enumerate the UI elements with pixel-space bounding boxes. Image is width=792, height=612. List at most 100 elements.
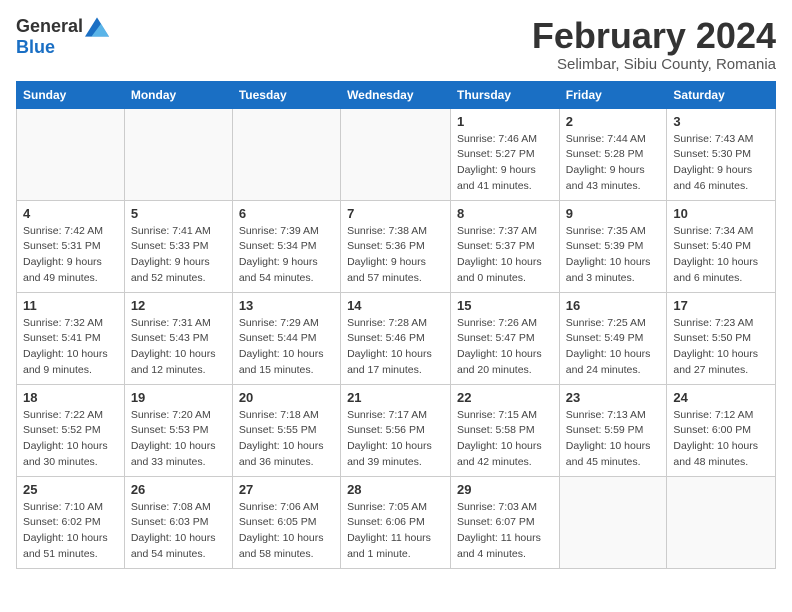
table-row: 27 Sunrise: 7:06 AMSunset: 6:05 PMDayligh… (232, 476, 340, 568)
month-title: February 2024 (532, 16, 776, 56)
day-info: Sunrise: 7:20 AMSunset: 5:53 PMDaylight:… (131, 408, 226, 471)
table-row: 19 Sunrise: 7:20 AMSunset: 5:53 PMDayligh… (124, 384, 232, 476)
day-info: Sunrise: 7:34 AMSunset: 5:40 PMDaylight:… (673, 224, 769, 287)
day-info: Sunrise: 7:37 AMSunset: 5:37 PMDaylight:… (457, 224, 553, 287)
day-info: Sunrise: 7:12 AMSunset: 6:00 PMDaylight:… (673, 408, 769, 471)
day-info: Sunrise: 7:08 AMSunset: 6:03 PMDaylight:… (131, 500, 226, 563)
day-number: 7 (347, 206, 444, 221)
table-row: 16 Sunrise: 7:25 AMSunset: 5:49 PMDayligh… (559, 292, 667, 384)
day-number: 23 (566, 390, 661, 405)
table-row: 25 Sunrise: 7:10 AMSunset: 6:02 PMDayligh… (17, 476, 125, 568)
table-row: 26 Sunrise: 7:08 AMSunset: 6:03 PMDayligh… (124, 476, 232, 568)
day-number: 8 (457, 206, 553, 221)
header-thursday: Thursday (451, 81, 560, 108)
day-number: 13 (239, 298, 334, 313)
day-info: Sunrise: 7:22 AMSunset: 5:52 PMDaylight:… (23, 408, 118, 471)
day-info: Sunrise: 7:46 AMSunset: 5:27 PMDaylight:… (457, 132, 553, 195)
title-section: February 2024 Selimbar, Sibiu County, Ro… (532, 16, 776, 73)
header-saturday: Saturday (667, 81, 776, 108)
day-info: Sunrise: 7:26 AMSunset: 5:47 PMDaylight:… (457, 316, 553, 379)
day-info: Sunrise: 7:23 AMSunset: 5:50 PMDaylight:… (673, 316, 769, 379)
page-header: General Blue February 2024 Selimbar, Sib… (16, 16, 776, 73)
day-info: Sunrise: 7:28 AMSunset: 5:46 PMDaylight:… (347, 316, 444, 379)
table-row: 28 Sunrise: 7:05 AMSunset: 6:06 PMDayligh… (341, 476, 451, 568)
header-tuesday: Tuesday (232, 81, 340, 108)
table-row: 14Sunrise: 7:28 AMSunset: 5:46 PMDayligh… (341, 292, 451, 384)
day-info: Sunrise: 7:39 AMSunset: 5:34 PMDaylight:… (239, 224, 334, 287)
day-info: Sunrise: 7:35 AMSunset: 5:39 PMDaylight:… (566, 224, 661, 287)
day-info: Sunrise: 7:06 AMSunset: 6:05 PMDaylight:… (239, 500, 334, 563)
day-info: Sunrise: 7:13 AMSunset: 5:59 PMDaylight:… (566, 408, 661, 471)
logo: General Blue (16, 16, 109, 58)
day-info: Sunrise: 7:25 AMSunset: 5:49 PMDaylight:… (566, 316, 661, 379)
header-monday: Monday (124, 81, 232, 108)
day-number: 5 (131, 206, 226, 221)
calendar-week-row: 4Sunrise: 7:42 AMSunset: 5:31 PMDaylight… (17, 200, 776, 292)
day-number: 24 (673, 390, 769, 405)
table-row (232, 108, 340, 200)
day-number: 4 (23, 206, 118, 221)
table-row: 15Sunrise: 7:26 AMSunset: 5:47 PMDayligh… (451, 292, 560, 384)
day-info: Sunrise: 7:03 AMSunset: 6:07 PMDaylight:… (457, 500, 553, 563)
day-info: Sunrise: 7:43 AMSunset: 5:30 PMDaylight:… (673, 132, 769, 195)
calendar-week-row: 1 Sunrise: 7:46 AMSunset: 5:27 PMDaylight… (17, 108, 776, 200)
table-row: 3 Sunrise: 7:43 AMSunset: 5:30 PMDaylight… (667, 108, 776, 200)
table-row: 5 Sunrise: 7:41 AMSunset: 5:33 PMDaylight… (124, 200, 232, 292)
table-row: 6 Sunrise: 7:39 AMSunset: 5:34 PMDaylight… (232, 200, 340, 292)
table-row (17, 108, 125, 200)
day-number: 26 (131, 482, 226, 497)
table-row: 23 Sunrise: 7:13 AMSunset: 5:59 PMDayligh… (559, 384, 667, 476)
day-number: 17 (673, 298, 769, 313)
table-row: 18 Sunrise: 7:22 AMSunset: 5:52 PMDayligh… (17, 384, 125, 476)
day-number: 12 (131, 298, 226, 313)
day-number: 19 (131, 390, 226, 405)
table-row: 10 Sunrise: 7:34 AMSunset: 5:40 PMDayligh… (667, 200, 776, 292)
logo-icon (85, 17, 109, 37)
day-number: 9 (566, 206, 661, 221)
day-number: 1 (457, 114, 553, 129)
calendar-table: Sunday Monday Tuesday Wednesday Thursday… (16, 81, 776, 569)
table-row (124, 108, 232, 200)
day-number: 28 (347, 482, 444, 497)
day-info: Sunrise: 7:31 AMSunset: 5:43 PMDaylight:… (131, 316, 226, 379)
day-number: 18 (23, 390, 118, 405)
header-wednesday: Wednesday (341, 81, 451, 108)
day-number: 27 (239, 482, 334, 497)
table-row: 7 Sunrise: 7:38 AMSunset: 5:36 PMDaylight… (341, 200, 451, 292)
day-number: 21 (347, 390, 444, 405)
day-number: 29 (457, 482, 553, 497)
table-row: 13Sunrise: 7:29 AMSunset: 5:44 PMDayligh… (232, 292, 340, 384)
day-number: 22 (457, 390, 553, 405)
day-info: Sunrise: 7:32 AMSunset: 5:41 PMDaylight:… (23, 316, 118, 379)
day-number: 25 (23, 482, 118, 497)
day-number: 3 (673, 114, 769, 129)
day-info: Sunrise: 7:15 AMSunset: 5:58 PMDaylight:… (457, 408, 553, 471)
day-info: Sunrise: 7:10 AMSunset: 6:02 PMDaylight:… (23, 500, 118, 563)
table-row: 1 Sunrise: 7:46 AMSunset: 5:27 PMDaylight… (451, 108, 560, 200)
table-row: 11Sunrise: 7:32 AMSunset: 5:41 PMDayligh… (17, 292, 125, 384)
table-row: 24 Sunrise: 7:12 AMSunset: 6:00 PMDayligh… (667, 384, 776, 476)
day-info: Sunrise: 7:38 AMSunset: 5:36 PMDaylight:… (347, 224, 444, 287)
day-info: Sunrise: 7:05 AMSunset: 6:06 PMDaylight:… (347, 500, 444, 563)
day-info: Sunrise: 7:44 AMSunset: 5:28 PMDaylight:… (566, 132, 661, 195)
table-row: 4Sunrise: 7:42 AMSunset: 5:31 PMDaylight… (17, 200, 125, 292)
table-row (667, 476, 776, 568)
day-number: 10 (673, 206, 769, 221)
table-row: 8 Sunrise: 7:37 AMSunset: 5:37 PMDaylight… (451, 200, 560, 292)
day-info: Sunrise: 7:17 AMSunset: 5:56 PMDaylight:… (347, 408, 444, 471)
location: Selimbar, Sibiu County, Romania (532, 56, 776, 73)
calendar-week-row: 18 Sunrise: 7:22 AMSunset: 5:52 PMDayligh… (17, 384, 776, 476)
day-number: 16 (566, 298, 661, 313)
table-row: 21 Sunrise: 7:17 AMSunset: 5:56 PMDayligh… (341, 384, 451, 476)
table-row: 12 Sunrise: 7:31 AMSunset: 5:43 PMDayligh… (124, 292, 232, 384)
day-info: Sunrise: 7:18 AMSunset: 5:55 PMDaylight:… (239, 408, 334, 471)
header-sunday: Sunday (17, 81, 125, 108)
table-row: 20Sunrise: 7:18 AMSunset: 5:55 PMDayligh… (232, 384, 340, 476)
table-row (341, 108, 451, 200)
day-info: Sunrise: 7:41 AMSunset: 5:33 PMDaylight:… (131, 224, 226, 287)
logo-blue-text: Blue (16, 37, 55, 57)
day-number: 6 (239, 206, 334, 221)
logo-general-text: General (16, 16, 83, 37)
table-row: 17 Sunrise: 7:23 AMSunset: 5:50 PMDayligh… (667, 292, 776, 384)
calendar-week-row: 11Sunrise: 7:32 AMSunset: 5:41 PMDayligh… (17, 292, 776, 384)
